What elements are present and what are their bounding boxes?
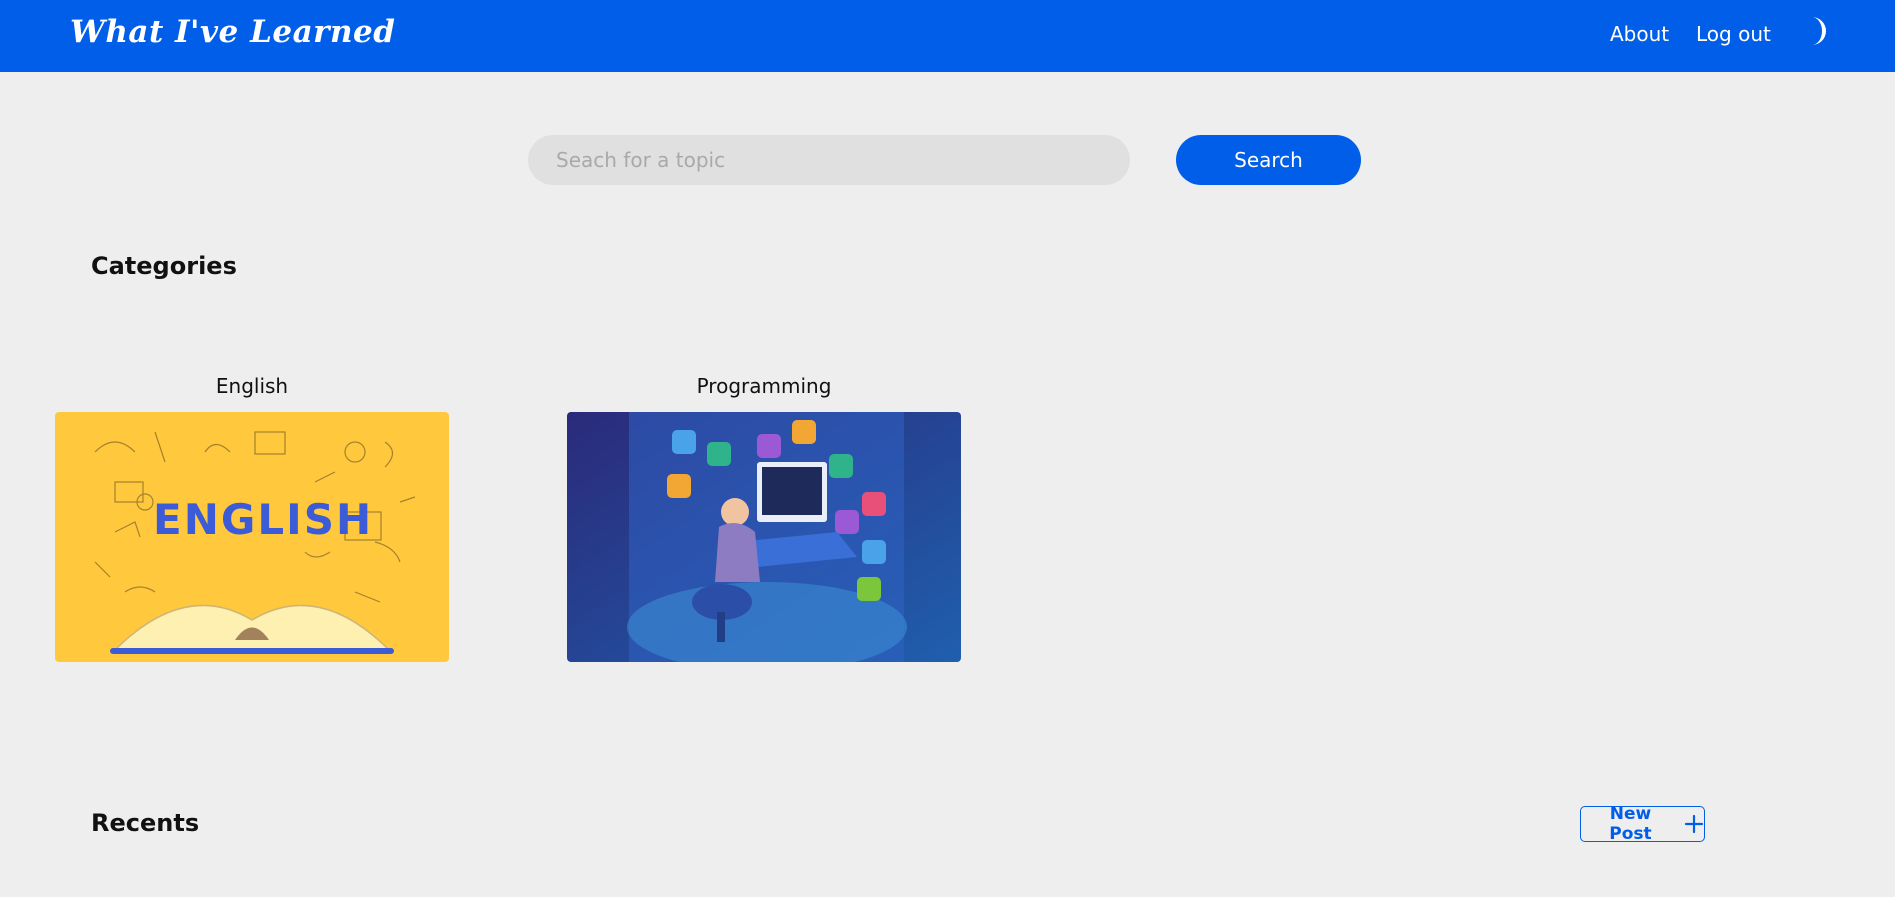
- plus-icon: [1684, 814, 1704, 834]
- recents-heading: Recents: [91, 809, 200, 837]
- programmer-at-desk-illustration: [567, 412, 961, 662]
- search-button[interactable]: Search: [1176, 135, 1361, 185]
- category-label-english: English: [215, 374, 289, 398]
- english-book-illustration: ENGLISH: [55, 412, 449, 662]
- new-post-label: New Post: [1609, 804, 1652, 844]
- nav-about-link[interactable]: About: [1610, 22, 1669, 46]
- category-label-programming: Programming: [696, 374, 832, 398]
- search-input[interactable]: [528, 135, 1130, 185]
- categories-heading: Categories: [91, 252, 237, 280]
- moon-icon[interactable]: [1802, 16, 1830, 46]
- new-post-button[interactable]: New Post: [1580, 804, 1705, 844]
- nav-logout-link[interactable]: Log out: [1696, 22, 1771, 46]
- top-navbar: What I've Learned About Log out: [0, 0, 1895, 72]
- category-card-english[interactable]: ENGLISH: [55, 412, 449, 662]
- category-card-programming[interactable]: [567, 412, 961, 662]
- brand-logo[interactable]: What I've Learned: [70, 14, 395, 50]
- svg-text:ENGLISH: ENGLISH: [153, 495, 373, 544]
